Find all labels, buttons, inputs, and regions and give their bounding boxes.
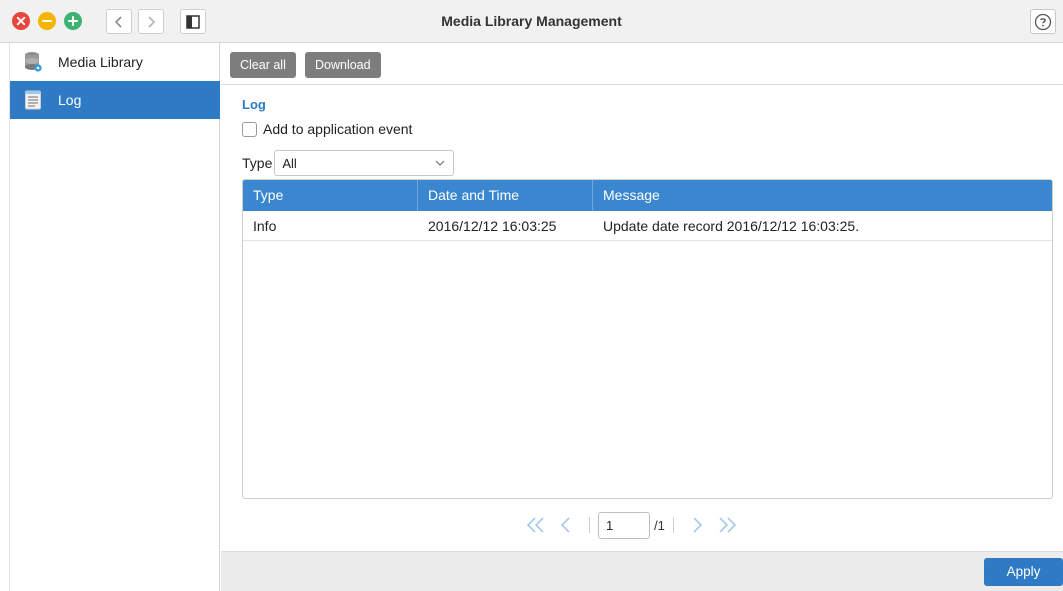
cell-message: Update date record 2016/12/12 16:03:25. xyxy=(603,218,860,234)
help-button[interactable] xyxy=(1030,9,1056,34)
footer-bar xyxy=(221,551,1063,591)
section-title: Log xyxy=(242,97,266,112)
type-select[interactable]: All xyxy=(274,150,455,176)
chevron-down-icon xyxy=(435,160,445,166)
pagination: 1 /1 xyxy=(521,511,742,539)
page-total: /1 xyxy=(654,517,665,533)
sidebar-item-media-library[interactable]: Media Library xyxy=(10,43,220,81)
first-page-icon[interactable] xyxy=(525,514,547,536)
column-header-date-time[interactable]: Date and Time xyxy=(418,180,593,211)
type-filter-label: Type xyxy=(242,155,273,171)
title-bar: Media Library Management xyxy=(0,0,1063,43)
type-select-value: All xyxy=(282,156,297,171)
help-icon xyxy=(1034,13,1052,31)
sidebar-item-label: Media Library xyxy=(58,54,143,70)
type-filter: Type All xyxy=(242,150,455,176)
database-icon xyxy=(22,51,44,73)
table-row[interactable]: Info 2016/12/12 16:03:25 Update date rec… xyxy=(243,211,1052,241)
cell-type: Info xyxy=(253,218,277,234)
sidebar-item-label: Log xyxy=(58,92,82,108)
last-page-icon[interactable] xyxy=(716,514,738,536)
log-list-icon xyxy=(22,89,44,111)
pager-divider xyxy=(672,517,674,533)
sidebar: Media Library Log xyxy=(10,43,220,591)
download-button[interactable]: Download xyxy=(305,52,381,78)
add-to-application-event-option[interactable]: Add to application event xyxy=(242,121,412,137)
apply-button[interactable]: Apply xyxy=(984,558,1063,586)
sidebar-item-log[interactable]: Log xyxy=(10,81,220,119)
window-title: Media Library Management xyxy=(441,13,622,29)
toolbar: Clear all Download xyxy=(221,43,1063,85)
log-table: Type Date and Time Message Info 2016/12/… xyxy=(242,179,1053,499)
add-event-label: Add to application event xyxy=(263,121,413,137)
add-event-checkbox[interactable] xyxy=(242,121,257,137)
column-header-type[interactable]: Type xyxy=(243,180,418,211)
window-edge xyxy=(0,43,10,591)
pager-divider xyxy=(589,517,590,533)
clear-all-button[interactable]: Clear all xyxy=(230,52,296,78)
page-number-input[interactable]: 1 xyxy=(598,511,650,539)
next-page-icon[interactable] xyxy=(686,514,708,536)
table-header: Type Date and Time Message xyxy=(243,180,1052,211)
previous-page-icon[interactable] xyxy=(555,514,577,536)
cell-date-time: 2016/12/12 16:03:25 xyxy=(428,218,557,234)
column-header-message[interactable]: Message xyxy=(593,180,1052,211)
